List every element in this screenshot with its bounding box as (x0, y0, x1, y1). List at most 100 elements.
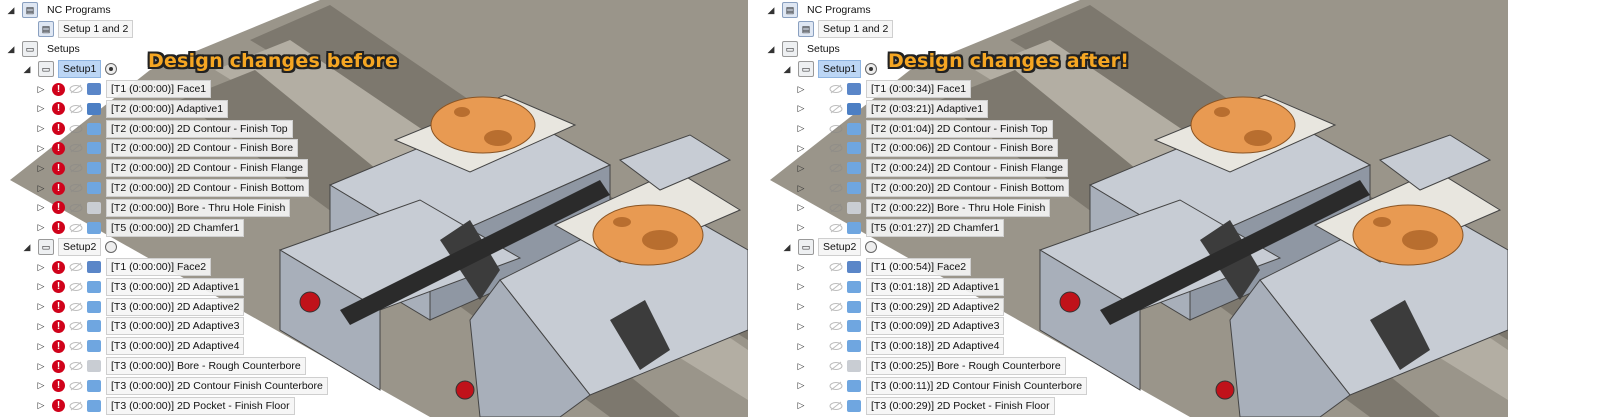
operation-row[interactable]: ▷! [T3 (0:00:00)] 2D Pocket - Finish Floo… (36, 396, 295, 415)
collapse-triangle-icon[interactable]: ▷ (36, 84, 46, 94)
operation-row[interactable]: ▷ [T1 (0:00:34)] Face1 (796, 80, 972, 98)
visibility-eye-icon[interactable] (829, 302, 843, 312)
tree-node-setup2[interactable]: ◢ ▭ Setup2 (22, 238, 118, 256)
collapse-triangle-icon[interactable]: ▷ (36, 163, 46, 173)
visibility-eye-icon[interactable] (829, 104, 843, 114)
visibility-eye-icon[interactable] (69, 124, 83, 134)
collapse-triangle-icon[interactable]: ▷ (796, 163, 806, 173)
operation-row[interactable]: ▷ [T3 (0:00:25)] Bore - Rough Counterbore (796, 357, 1066, 375)
visibility-eye-icon[interactable] (69, 302, 83, 312)
visibility-eye-icon[interactable] (69, 183, 83, 193)
collapse-triangle-icon[interactable]: ▷ (796, 84, 806, 94)
collapse-triangle-icon[interactable]: ▷ (36, 301, 46, 312)
operation-row[interactable]: ▷ [T2 (0:00:06)] 2D Contour - Finish Bore (796, 139, 1059, 158)
operation-row[interactable]: ▷ [T2 (0:01:04)] 2D Contour - Finish Top (796, 119, 1053, 138)
operation-row[interactable]: ▷ [T3 (0:00:29)] 2D Adaptive2 (796, 297, 1005, 316)
visibility-eye-icon[interactable] (829, 381, 843, 391)
visibility-eye-icon[interactable] (69, 401, 83, 411)
visibility-eye-icon[interactable] (69, 361, 83, 371)
inactive-setup-radio-icon[interactable] (865, 241, 878, 253)
operation-row[interactable]: ▷ [T5 (0:01:27)] 2D Chamfer1 (796, 218, 1005, 237)
tree-node-nc-setup[interactable]: ▤ Setup 1 and 2 (798, 20, 894, 38)
expand-triangle-icon[interactable]: ◢ (766, 44, 776, 54)
visibility-eye-icon[interactable] (69, 84, 83, 94)
operation-row[interactable]: ▷! [T3 (0:00:00)] 2D Adaptive1 (36, 277, 245, 296)
visibility-eye-icon[interactable] (69, 143, 83, 153)
collapse-triangle-icon[interactable]: ▷ (796, 380, 806, 391)
collapse-triangle-icon[interactable]: ▷ (796, 281, 806, 292)
visibility-eye-icon[interactable] (829, 262, 843, 272)
operation-row[interactable]: ▷ [T3 (0:00:11)] 2D Contour Finish Counte… (796, 376, 1088, 395)
tree-node-nc-programs[interactable]: ◢ ▤ NC Programs (6, 1, 116, 19)
expand-triangle-icon[interactable]: ◢ (6, 44, 16, 54)
visibility-eye-icon[interactable] (829, 361, 843, 371)
inactive-setup-radio-icon[interactable] (105, 241, 118, 253)
collapse-triangle-icon[interactable]: ▷ (36, 400, 46, 411)
visibility-eye-icon[interactable] (829, 84, 843, 94)
visibility-eye-icon[interactable] (829, 282, 843, 292)
visibility-eye-icon[interactable] (69, 163, 83, 173)
collapse-triangle-icon[interactable]: ▷ (796, 400, 806, 411)
expand-triangle-icon[interactable]: ◢ (782, 242, 792, 252)
operation-row[interactable]: ▷! [T2 (0:00:00)] Bore - Thru Hole Finish (36, 198, 291, 217)
collapse-triangle-icon[interactable]: ▷ (796, 301, 806, 312)
operation-row[interactable]: ▷ [T3 (0:00:09)] 2D Adaptive3 (796, 317, 1005, 336)
collapse-triangle-icon[interactable]: ▷ (36, 143, 46, 153)
operation-row[interactable]: ▷! [T2 (0:00:00)] 2D Contour - Finish Top (36, 119, 293, 138)
visibility-eye-icon[interactable] (69, 341, 83, 351)
collapse-triangle-icon[interactable]: ▷ (36, 262, 46, 272)
operation-row[interactable]: ▷ [T2 (0:00:22)] Bore - Thru Hole Finish (796, 198, 1051, 217)
operation-row[interactable]: ▷! [T3 (0:00:00)] Bore - Rough Counterbor… (36, 357, 306, 375)
expand-triangle-icon[interactable]: ◢ (766, 5, 776, 15)
collapse-triangle-icon[interactable]: ▷ (36, 361, 46, 371)
visibility-eye-icon[interactable] (829, 183, 843, 193)
active-setup-radio-icon[interactable] (865, 63, 878, 75)
operation-row[interactable]: ▷! [T3 (0:00:00)] 2D Adaptive4 (36, 337, 245, 356)
tree-node-setups[interactable]: ◢ ▭ Setups (766, 40, 845, 58)
visibility-eye-icon[interactable] (69, 381, 83, 391)
operation-row[interactable]: ▷! [T2 (0:00:00)] 2D Contour - Finish Bor… (36, 139, 299, 158)
visibility-eye-icon[interactable] (829, 143, 843, 153)
collapse-triangle-icon[interactable]: ▷ (36, 123, 46, 134)
operation-row[interactable]: ▷ [T1 (0:00:54)] Face2 (796, 258, 972, 276)
operation-row[interactable]: ▷ [T3 (0:00:18)] 2D Adaptive4 (796, 337, 1005, 356)
collapse-triangle-icon[interactable]: ▷ (796, 321, 806, 331)
collapse-triangle-icon[interactable]: ▷ (796, 103, 806, 114)
collapse-triangle-icon[interactable]: ▷ (36, 321, 46, 331)
visibility-eye-icon[interactable] (829, 163, 843, 173)
tree-node-nc-programs[interactable]: ◢ ▤ NC Programs (766, 1, 876, 19)
operation-row[interactable]: ▷! [T1 (0:00:00)] Face2 (36, 258, 212, 276)
tree-node-setup1[interactable]: ◢ ▭ Setup1 (782, 60, 878, 78)
operation-row[interactable]: ▷ [T3 (0:01:18)] 2D Adaptive1 (796, 277, 1005, 296)
collapse-triangle-icon[interactable]: ▷ (36, 202, 46, 213)
operation-row[interactable]: ▷! [T1 (0:00:00)] Face1 (36, 80, 212, 98)
operation-row[interactable]: ▷! [T2 (0:00:00)] Adaptive1 (36, 99, 229, 118)
tree-node-nc-setup[interactable]: ▤ Setup 1 and 2 (38, 20, 134, 38)
collapse-triangle-icon[interactable]: ▷ (36, 341, 46, 351)
operation-row[interactable]: ▷ [T3 (0:00:29)] 2D Pocket - Finish Floor (796, 396, 1055, 415)
collapse-triangle-icon[interactable]: ▷ (796, 123, 806, 134)
visibility-eye-icon[interactable] (829, 321, 843, 331)
expand-triangle-icon[interactable]: ◢ (22, 64, 32, 74)
operation-row[interactable]: ▷! [T2 (0:00:00)] 2D Contour - Finish Bot… (36, 179, 310, 197)
tree-node-setups[interactable]: ◢ ▭ Setups (6, 40, 85, 58)
visibility-eye-icon[interactable] (69, 223, 83, 233)
collapse-triangle-icon[interactable]: ▷ (36, 281, 46, 292)
expand-triangle-icon[interactable]: ◢ (6, 5, 16, 15)
collapse-triangle-icon[interactable]: ▷ (36, 103, 46, 114)
visibility-eye-icon[interactable] (829, 124, 843, 134)
tree-node-setup1[interactable]: ◢ ▭ Setup1 (22, 60, 118, 78)
visibility-eye-icon[interactable] (69, 321, 83, 331)
expand-triangle-icon[interactable]: ◢ (22, 242, 32, 252)
tree-node-setup2[interactable]: ◢ ▭ Setup2 (782, 238, 878, 256)
collapse-triangle-icon[interactable]: ▷ (796, 341, 806, 351)
collapse-triangle-icon[interactable]: ▷ (796, 143, 806, 153)
collapse-triangle-icon[interactable]: ▷ (36, 183, 46, 193)
collapse-triangle-icon[interactable]: ▷ (796, 361, 806, 371)
collapse-triangle-icon[interactable]: ▷ (796, 262, 806, 272)
operation-row[interactable]: ▷ [T2 (0:00:24)] 2D Contour - Finish Flan… (796, 159, 1069, 178)
collapse-triangle-icon[interactable]: ▷ (796, 222, 806, 233)
visibility-eye-icon[interactable] (829, 401, 843, 411)
operation-row[interactable]: ▷ [T2 (0:00:20)] 2D Contour - Finish Bott… (796, 179, 1070, 197)
operation-row[interactable]: ▷ [T2 (0:03:21)] Adaptive1 (796, 99, 989, 118)
